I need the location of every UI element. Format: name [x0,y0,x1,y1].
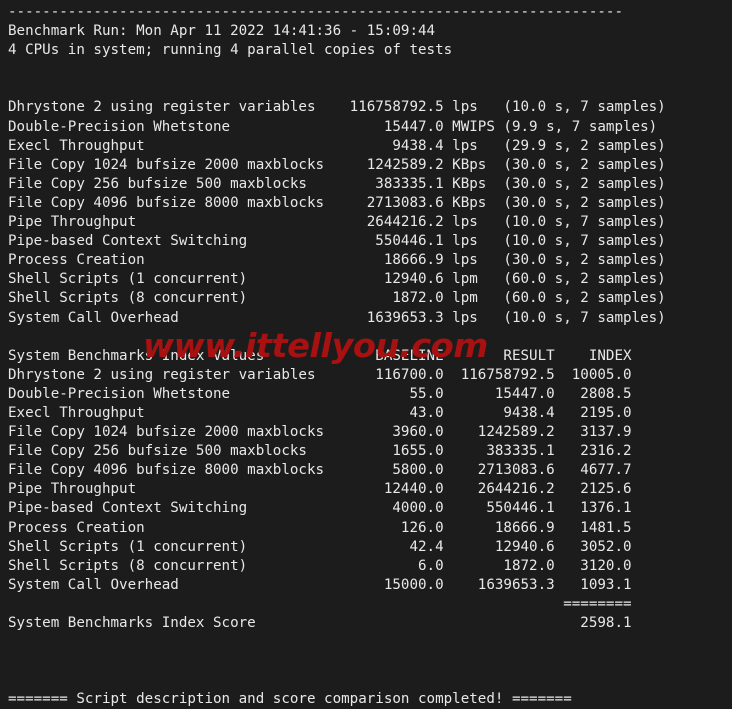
console-output: ----------------------------------------… [8,4,666,708]
terminal-window: ----------------------------------------… [0,0,732,707]
